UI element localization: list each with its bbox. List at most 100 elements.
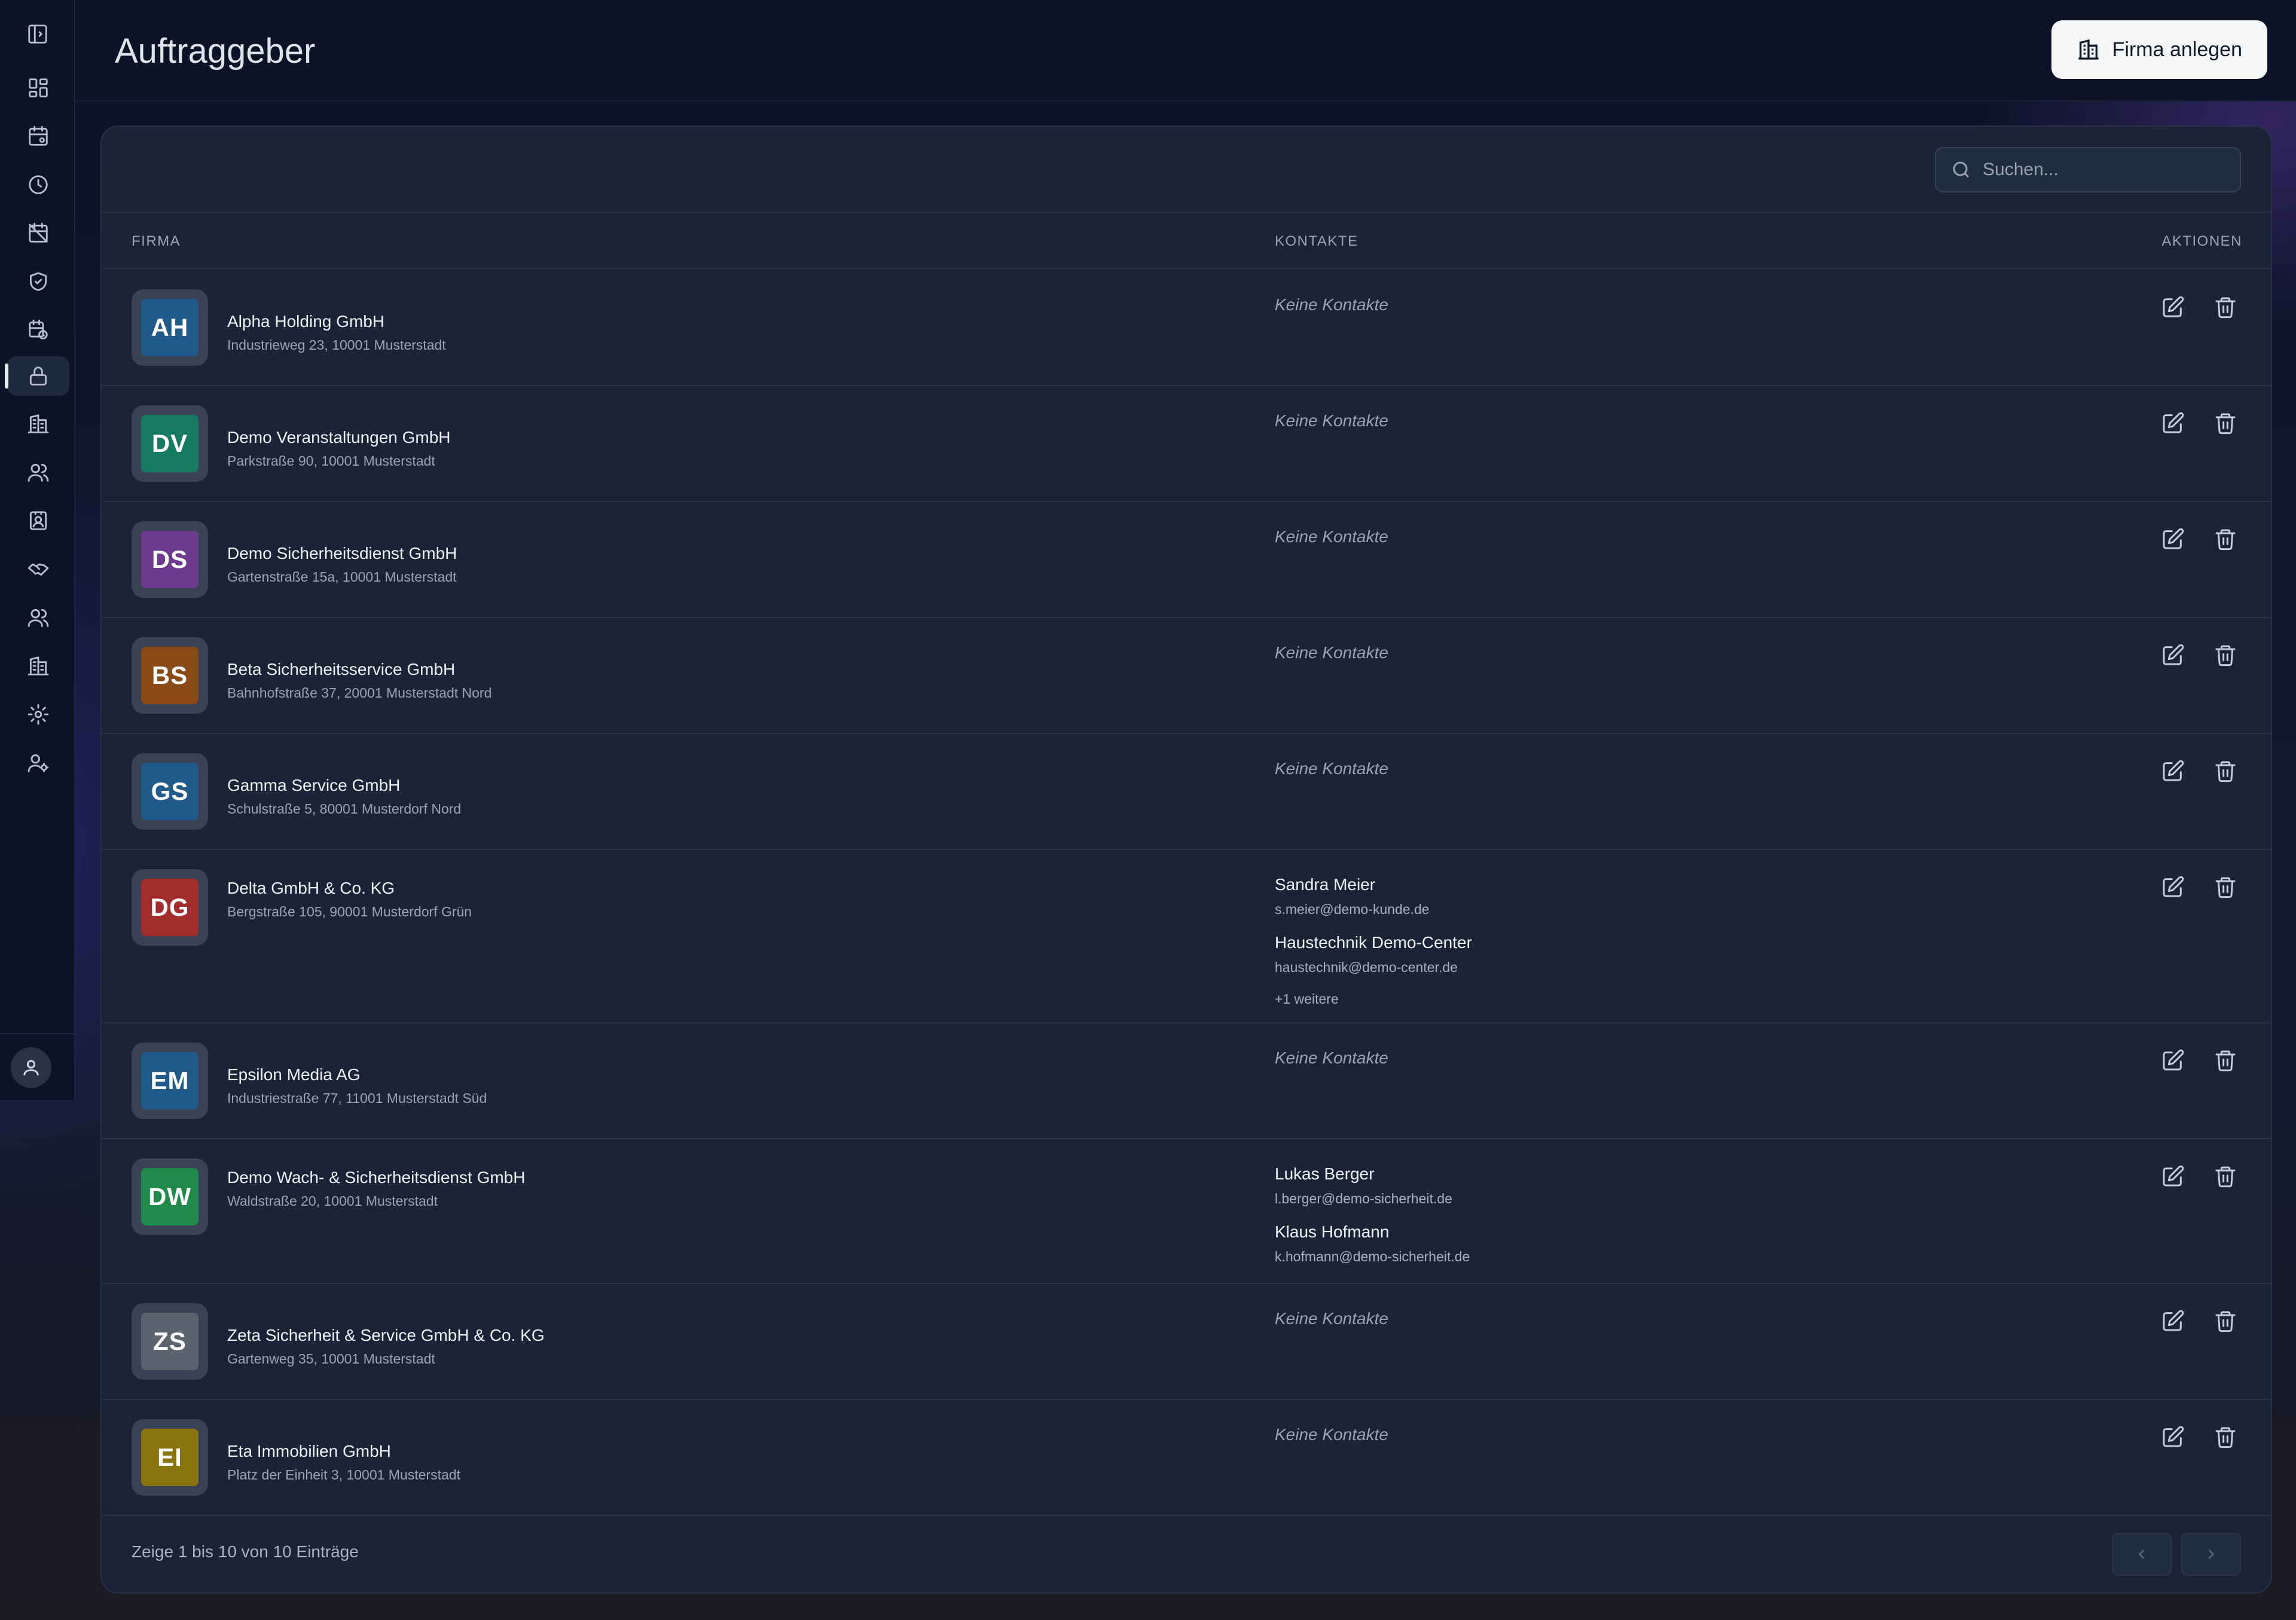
sidebar-item-shifts[interactable] (7, 310, 69, 350)
table-row[interactable]: DG Delta GmbH & Co. KG Bergstraße 105, 900… (102, 850, 2271, 1023)
previous-page-button[interactable] (2112, 1533, 2172, 1576)
contact-email[interactable]: l.berger@demo-sicherheit.de (1275, 1191, 1470, 1207)
edit-button[interactable] (2161, 1164, 2185, 1188)
company-logo: DW (132, 1159, 208, 1235)
edit-button[interactable] (2161, 643, 2185, 667)
row-actions (2161, 759, 2237, 783)
company-initials: EI (141, 1429, 199, 1486)
search-box[interactable] (1935, 147, 2241, 192)
table-row[interactable]: GS Gamma Service GmbH Schulstraße 5, 80001… (102, 734, 2271, 850)
sidebar-item-settings[interactable] (7, 695, 69, 734)
company-contacts: Keine Kontakte (1275, 1425, 1388, 1444)
sidebar-item-user-management[interactable] (7, 743, 69, 783)
column-header-firma[interactable]: FIRMA (132, 233, 181, 250)
edit-button[interactable] (2161, 1425, 2185, 1449)
company-name[interactable]: Gamma Service GmbH (227, 776, 461, 795)
add-company-button[interactable]: Firma anlegen (2051, 20, 2267, 79)
company-logo: EM (132, 1043, 208, 1119)
sidebar-item-teams[interactable] (7, 598, 69, 637)
company-name[interactable]: Alpha Holding GmbH (227, 312, 446, 331)
edit-button[interactable] (2161, 295, 2185, 319)
sidebar-item-dashboard[interactable] (7, 68, 69, 108)
company-address: Platz der Einheit 3, 10001 Musterstadt (227, 1467, 460, 1483)
edit-button[interactable] (2161, 1049, 2185, 1072)
office-building-icon (28, 656, 49, 675)
delete-button[interactable] (2213, 295, 2237, 319)
delete-button[interactable] (2213, 1049, 2237, 1072)
company-name[interactable]: Demo Sicherheitsdienst GmbH (227, 544, 457, 563)
table-row[interactable]: DS Demo Sicherheitsdienst GmbH Gartenstraß… (102, 502, 2271, 618)
company-address: Schulstraße 5, 80001 Musterdorf Nord (227, 801, 462, 817)
edit-button[interactable] (2161, 1309, 2185, 1333)
company-name[interactable]: Zeta Sicherheit & Service GmbH & Co. KG (227, 1326, 545, 1345)
company-logo: ZS (132, 1303, 208, 1380)
table-row[interactable]: ZS Zeta Sicherheit & Service GmbH & Co. K… (102, 1284, 2271, 1400)
contact-name: Sandra Meier (1275, 875, 1376, 894)
sidebar-item-contacts[interactable] (7, 501, 69, 540)
delete-button[interactable] (2213, 527, 2237, 551)
calendar-off-icon (29, 222, 48, 243)
delete-button[interactable] (2213, 1164, 2237, 1188)
company-name[interactable]: Demo Veranstaltungen GmbH (227, 428, 451, 447)
sidebar-item-locations[interactable] (7, 646, 69, 686)
company-contacts: Keine Kontakte (1275, 411, 1388, 430)
sidebar-item-employees[interactable] (7, 453, 69, 492)
edit-button[interactable] (2161, 527, 2185, 551)
delete-button[interactable] (2213, 875, 2237, 899)
sidebar-item-partners[interactable] (7, 549, 69, 589)
edit-button[interactable] (2161, 411, 2185, 435)
sidebar-divider (0, 1033, 75, 1034)
contact-name: Haustechnik Demo-Center (1275, 933, 1472, 952)
delete-button[interactable] (2213, 411, 2237, 435)
company-name[interactable]: Demo Wach- & Sicherheitsdienst GmbH (227, 1168, 525, 1187)
table-row[interactable]: EI Eta Immobilien GmbH Platz der Einheit 3… (102, 1400, 2271, 1516)
contact-email[interactable]: k.hofmann@demo-sicherheit.de (1275, 1249, 1470, 1265)
table-row[interactable]: AH Alpha Holding GmbH Industrieweg 23, 100… (102, 270, 2271, 386)
lock-icon (29, 366, 47, 386)
no-contacts-label: Keine Kontakte (1275, 1309, 1388, 1328)
delete-button[interactable] (2213, 759, 2237, 783)
dashboard-icon (29, 78, 48, 97)
chevron-right-icon (2208, 1549, 2215, 1559)
table-row[interactable]: DW Demo Wach- & Sicherheitsdienst GmbH Wal… (102, 1139, 2271, 1284)
row-actions (2161, 527, 2237, 551)
clock-icon (29, 175, 48, 194)
sidebar-item-clients[interactable] (7, 404, 69, 444)
company-address: Gartenstraße 15a, 10001 Musterstadt (227, 569, 457, 585)
delete-button[interactable] (2213, 1425, 2237, 1449)
company-initials: DV (141, 415, 199, 472)
company-contacts: Keine Kontakte (1275, 527, 1388, 546)
sidebar-item-schedule[interactable] (7, 117, 69, 156)
contact-email[interactable]: haustechnik@demo-center.de (1275, 959, 1472, 976)
table-row[interactable]: BS Beta Sicherheitsservice GmbH Bahnhofstr… (102, 618, 2271, 734)
company-address: Gartenweg 35, 10001 Musterstadt (227, 1351, 435, 1367)
company-address: Bergstraße 105, 90001 Musterdorf Grün (227, 904, 472, 919)
sidebar-item-access[interactable] (5, 356, 69, 396)
contact-email[interactable]: s.meier@demo-kunde.de (1275, 901, 1472, 918)
contact-card-icon (29, 511, 47, 530)
edit-button[interactable] (2161, 759, 2185, 783)
table-row[interactable]: DV Demo Veranstaltungen GmbH Parkstraße 90… (102, 386, 2271, 502)
company-name[interactable]: Beta Sicherheitsservice GmbH (227, 660, 491, 679)
trash-icon (2215, 529, 2236, 551)
sidebar-item-security[interactable] (7, 262, 69, 301)
no-contacts-label: Keine Kontakte (1275, 1425, 1388, 1444)
sidebar-item-time[interactable] (7, 165, 69, 204)
next-page-button[interactable] (2181, 1533, 2241, 1576)
delete-button[interactable] (2213, 643, 2237, 667)
company-name[interactable]: Epsilon Media AG (227, 1065, 487, 1084)
user-avatar-button[interactable] (11, 1047, 51, 1088)
table-row[interactable]: EM Epsilon Media AG Industriestraße 77, 11… (102, 1023, 2271, 1139)
search-input[interactable] (1983, 160, 2234, 180)
sidebar-item-absences[interactable] (7, 213, 69, 253)
column-header-kontakte[interactable]: KONTAKTE (1275, 233, 1358, 250)
company-name[interactable]: Eta Immobilien GmbH (227, 1442, 460, 1461)
company-address: Industrieweg 23, 10001 Musterstadt (227, 337, 446, 353)
company-name[interactable]: Delta GmbH & Co. KG (227, 879, 472, 898)
edit-icon (2163, 412, 2184, 433)
sidebar-toggle-button[interactable] (24, 20, 51, 48)
more-contacts-link[interactable]: +1 weitere (1275, 991, 1472, 1007)
edit-icon (2163, 1310, 2184, 1331)
edit-button[interactable] (2161, 875, 2185, 899)
delete-button[interactable] (2213, 1309, 2237, 1333)
